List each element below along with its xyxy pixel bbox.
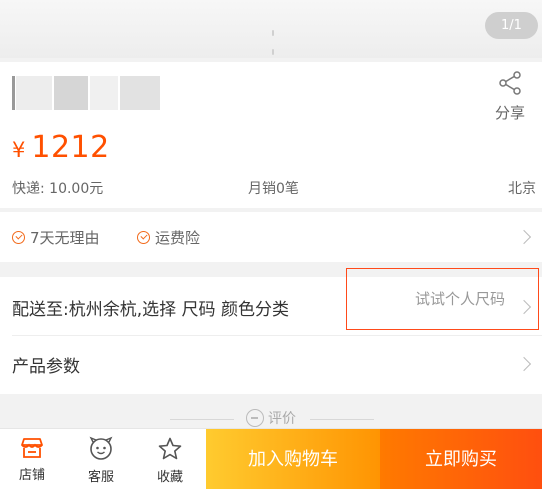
- review-label: 评价: [268, 411, 296, 427]
- try-personal-size-button[interactable]: 试试个人尺码: [346, 268, 539, 330]
- service-label: 运费险: [155, 228, 201, 247]
- service-label: 7天无理由: [30, 228, 100, 247]
- product-image-gallery[interactable]: 1/1: [0, 0, 542, 58]
- shop-button[interactable]: 店铺: [1, 429, 63, 489]
- product-info-card: 分享 ¥ 1212 快递: 10.00元 月销0笔 北京: [0, 62, 542, 208]
- review-header: 评价: [246, 408, 296, 428]
- currency-symbol: ¥: [12, 138, 26, 162]
- star-icon: [158, 437, 182, 460]
- divider-line: [170, 419, 234, 420]
- share-icon: [499, 71, 521, 95]
- review-section-divider: 评价: [0, 394, 542, 430]
- divider-line: [310, 419, 374, 420]
- customer-service-button[interactable]: 客服: [70, 429, 132, 489]
- comment-icon: [246, 409, 264, 427]
- check-circle-icon: [12, 230, 25, 244]
- add-to-cart-button[interactable]: 加入购物车: [206, 429, 380, 489]
- favorite-label: 收藏: [156, 470, 183, 485]
- favorite-button[interactable]: 收藏: [139, 429, 201, 489]
- share-button[interactable]: 分享: [490, 70, 530, 123]
- image-counter-badge: 1/1: [485, 12, 538, 39]
- service-item-shipping-insurance: 运费险: [137, 227, 200, 247]
- ship-from-location: 北京: [508, 181, 536, 197]
- chevron-right-icon: [516, 356, 532, 372]
- product-params-label: 产品参数: [12, 357, 80, 377]
- price-value: 1212: [31, 130, 110, 165]
- product-options-card: 配送至:杭州余杭,选择 尺码 颜色分类 试试个人尺码 产品参数: [0, 268, 542, 394]
- chat-face-icon: [89, 436, 113, 460]
- product-title-blurred: [12, 76, 162, 110]
- price: ¥ 1212: [12, 130, 110, 165]
- share-label: 分享: [494, 104, 525, 122]
- select-sku-row[interactable]: 配送至:杭州余杭,选择 尺码 颜色分类 试试个人尺码: [0, 268, 542, 336]
- service-guarantees-row[interactable]: 7天无理由 运费险: [0, 212, 542, 262]
- product-params-row[interactable]: 产品参数: [0, 336, 542, 394]
- shipping-info-row: 快递: 10.00元 月销0笔 北京: [12, 178, 536, 197]
- bottom-action-bar: 店铺 客服 收藏 加入购物车 立即购买: [0, 428, 542, 489]
- delivery-sku-label: 配送至:杭州余杭,选择 尺码 颜色分类: [12, 300, 289, 320]
- monthly-sales: 月销0笔: [248, 181, 299, 197]
- check-circle-icon: [137, 230, 150, 244]
- chevron-right-icon: [516, 229, 532, 245]
- service-item-no-reason-return: 7天无理由: [12, 227, 100, 247]
- shop-label: 店铺: [18, 468, 45, 483]
- shipping-fee: 快递: 10.00元: [12, 181, 104, 197]
- shop-icon: [21, 438, 43, 458]
- gallery-indicator: [272, 21, 286, 55]
- buy-now-button[interactable]: 立即购买: [380, 429, 542, 489]
- service-label: 客服: [87, 470, 114, 485]
- try-size-label: 试试个人尺码: [415, 290, 506, 308]
